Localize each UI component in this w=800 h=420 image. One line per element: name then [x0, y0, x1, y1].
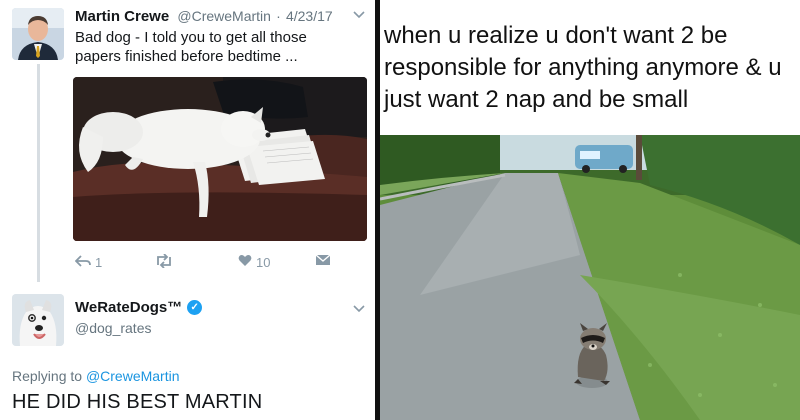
tweet1-handle[interactable]: @CreweMartin: [177, 8, 271, 24]
martin-crewe-avatar[interactable]: [12, 8, 64, 60]
meme-caption: when u realize u don't want 2 be respons…: [384, 22, 782, 113]
weratedogs-avatar[interactable]: [12, 294, 64, 346]
tweet1-date[interactable]: 4/23/17: [286, 8, 333, 24]
tweet1-header: Martin Crewe @CreweMartin · 4/23/17: [75, 8, 333, 25]
meme-panel: when u realize u don't want 2 be respons…: [380, 0, 800, 420]
tweet1-dot: ·: [276, 8, 281, 24]
like-count: 10: [256, 254, 271, 270]
reply-button[interactable]: 1: [74, 254, 103, 271]
retweet-button[interactable]: [155, 253, 173, 271]
tweet1-photo-sleeping-dog[interactable]: [73, 77, 367, 241]
tweet2-author[interactable]: WeRateDogs™ ✓: [75, 299, 203, 316]
tweet1-author-name[interactable]: Martin Crewe: [75, 8, 169, 25]
replying-to-label: Replying to: [12, 368, 83, 384]
tweet1-text: Bad dog - I told you to get all those pa…: [75, 29, 307, 65]
dm-icon: [315, 254, 331, 269]
chevron-down-icon[interactable]: [353, 8, 365, 22]
chevron-down-icon[interactable]: [353, 302, 365, 316]
heart-icon: [238, 254, 252, 270]
tweet2-text: HE DID HIS BEST MARTIN: [12, 391, 263, 413]
tweet2-handle[interactable]: @dog_rates: [75, 320, 151, 336]
tweet1-actions: 1 10: [74, 253, 343, 274]
replying-to-line: Replying to @CreweMartin: [12, 368, 180, 384]
reply-icon: [74, 254, 91, 271]
verified-badge-icon: ✓: [187, 300, 203, 315]
retweet-icon: [155, 253, 173, 271]
tweet2-author-name: WeRateDogs™: [75, 299, 183, 316]
thread-line: [37, 64, 40, 282]
replying-to-mention-link[interactable]: @CreweMartin: [86, 368, 180, 384]
tweet-screenshot-panel: Martin Crewe @CreweMartin · 4/23/17 Bad …: [0, 0, 375, 420]
like-button[interactable]: 10: [238, 254, 270, 270]
dm-button[interactable]: [315, 254, 331, 269]
reply-count: 1: [95, 255, 103, 270]
meme-photo-raccoon-path: [380, 135, 800, 420]
